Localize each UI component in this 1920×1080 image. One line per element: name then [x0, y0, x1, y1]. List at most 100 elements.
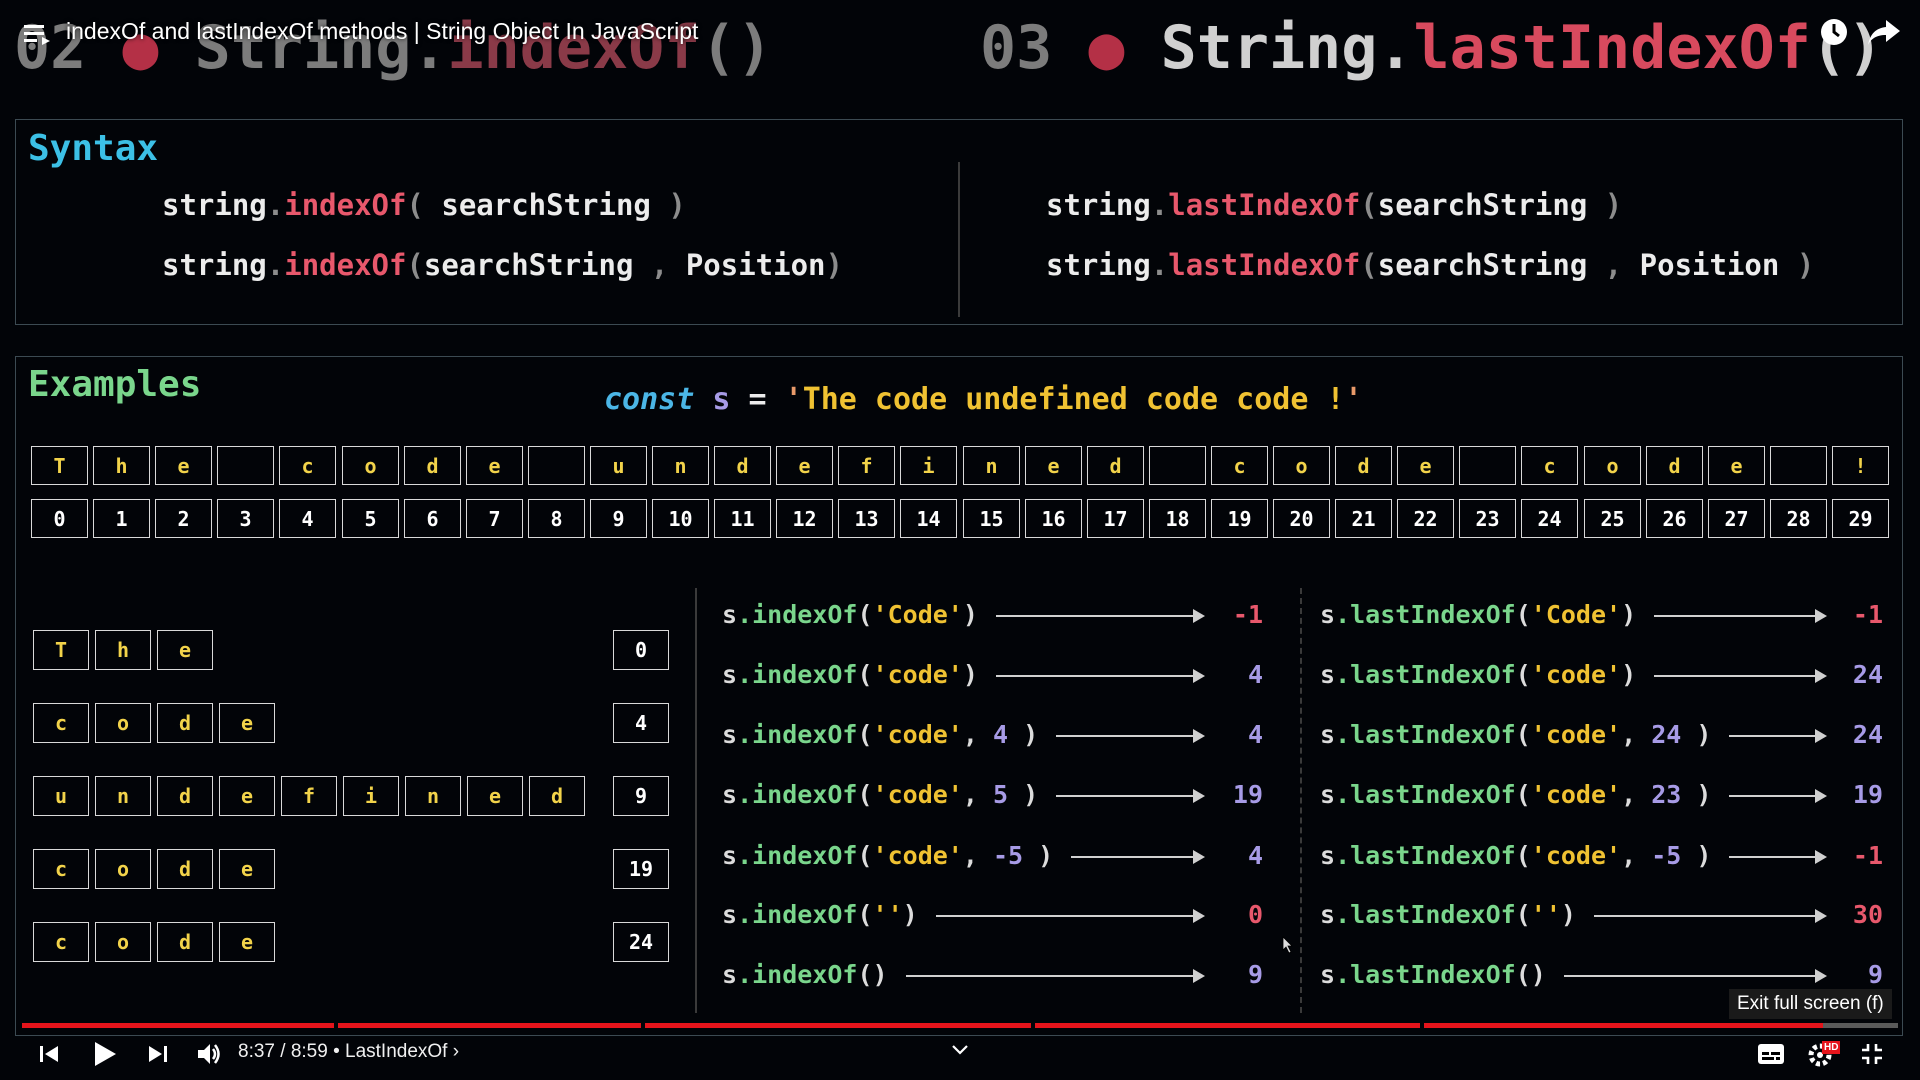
word-letter-cell: T — [33, 630, 89, 670]
call-method: indexOf — [752, 720, 858, 749]
method-call: s.indexOf('Code') — [722, 595, 978, 635]
method-call: s.lastIndexOf() — [1320, 955, 1546, 995]
call-method: lastIndexOf — [1350, 720, 1516, 749]
word-letter-cell: c — [33, 849, 89, 889]
clock-icon[interactable] — [1818, 16, 1850, 48]
play-icon[interactable] — [92, 1040, 118, 1068]
result-arrow — [906, 969, 1205, 983]
exit-fullscreen-icon[interactable] — [1860, 1042, 1884, 1066]
call-paren: ( — [857, 660, 873, 689]
call-paren: ) — [1621, 600, 1637, 629]
call-dot: . — [1335, 660, 1351, 689]
next-icon[interactable] — [147, 1043, 169, 1065]
char-cell: n — [963, 446, 1020, 485]
index-cell: 2 — [155, 499, 212, 538]
method-call: s.indexOf('code', -5 ) — [722, 836, 1053, 876]
index-cell: 28 — [1770, 499, 1827, 538]
previous-icon[interactable] — [38, 1043, 60, 1065]
call-argument: 'code' — [872, 660, 963, 689]
char-cell: o — [1584, 446, 1641, 485]
syntax-line-indexof: string.indexOf( searchString ) — [162, 188, 686, 222]
method-call: s.indexOf() — [722, 955, 888, 995]
call-argument: '' — [872, 900, 903, 929]
chevron-down-icon[interactable] — [951, 1044, 969, 1056]
char-cell — [217, 446, 274, 485]
word-letter-cell: o — [95, 849, 151, 889]
method-call: s.indexOf('code', 4 ) — [722, 715, 1038, 755]
char-cell: o — [1273, 446, 1330, 485]
word-letter-cell: n — [95, 776, 151, 816]
result-value: -1 — [1232, 600, 1263, 629]
call-dot: . — [737, 780, 753, 809]
syntax-paren: ) — [1604, 188, 1623, 222]
syntax-line-lastindexof-position: string.lastIndexOf(searchString , Positi… — [1046, 248, 1814, 282]
call-paren: ( — [1515, 600, 1531, 629]
call-paren: ) — [962, 660, 978, 689]
result-arrow — [1564, 969, 1827, 983]
chapter-title[interactable]: LastIndexOf — [345, 1041, 447, 1062]
char-cell: e — [776, 446, 833, 485]
result-value: -1 — [1852, 600, 1883, 629]
string-value: The code undefined code code ! — [802, 382, 1345, 417]
call-paren: ) — [962, 600, 978, 629]
volume-icon[interactable] — [196, 1041, 222, 1067]
result-arrow — [1071, 850, 1205, 864]
call-dot: . — [1335, 780, 1351, 809]
index-cell: 4 — [279, 499, 336, 538]
index-cell: 7 — [466, 499, 523, 538]
syntax-position: Position — [1622, 248, 1797, 282]
word-letter-cell: o — [95, 922, 151, 962]
syntax-object: string — [162, 248, 267, 282]
index-cell: 27 — [1708, 499, 1765, 538]
chapter-chevron-icon[interactable]: › — [453, 1041, 459, 1062]
menu-icon[interactable] — [24, 22, 50, 46]
char-cell: d — [714, 446, 771, 485]
char-cell: d — [1087, 446, 1144, 485]
call-method: indexOf — [752, 780, 858, 809]
call-paren: ( — [857, 780, 873, 809]
dashed-divider — [1300, 588, 1302, 1013]
call-paren: ) — [902, 900, 918, 929]
word-letter-cell: d — [157, 776, 213, 816]
word-letter-cell: e — [157, 630, 213, 670]
word-letter-cell: e — [219, 922, 275, 962]
char-cell: ! — [1832, 446, 1889, 485]
share-icon[interactable] — [1866, 16, 1902, 48]
call-dot: . — [1335, 960, 1351, 989]
chapter-marker — [1420, 1023, 1424, 1028]
syntax-method: lastIndexOf — [1168, 188, 1361, 222]
char-cell: e — [1025, 446, 1082, 485]
method-call: s.lastIndexOf('code') — [1320, 655, 1636, 695]
video-title[interactable]: indexOf and lastIndexOf methods | String… — [66, 18, 698, 45]
syntax-line-indexof-position: string.indexOf(searchString , Position) — [162, 248, 843, 282]
char-cell: T — [31, 446, 88, 485]
call-object: s — [1320, 960, 1336, 989]
syntax-paren: ( — [406, 248, 424, 282]
result-arrow — [996, 609, 1205, 623]
char-cell — [528, 446, 585, 485]
call-comma: , — [962, 720, 978, 749]
time-display[interactable]: 8:37 / 8:59 • LastIndexOf › — [238, 1041, 459, 1063]
call-object: s — [1320, 900, 1336, 929]
syntax-title: Syntax — [28, 128, 159, 169]
result-arrow — [1056, 729, 1205, 743]
call-method: indexOf — [752, 960, 858, 989]
call-paren: ( — [857, 960, 873, 989]
call-paren: ) — [1681, 841, 1712, 870]
call-argument: 'code' — [1530, 720, 1622, 749]
call-paren: ) — [1560, 900, 1576, 929]
mouse-cursor-icon — [1282, 936, 1293, 954]
call-paren: ) — [872, 960, 888, 989]
word-letter-cell: c — [33, 922, 89, 962]
index-cell: 22 — [1397, 499, 1454, 538]
quote: ' — [1344, 382, 1363, 417]
syntax-paren: ( — [406, 188, 424, 222]
index-cell: 5 — [342, 499, 399, 538]
call-paren: ) — [1530, 960, 1546, 989]
call-object: s — [1320, 600, 1336, 629]
subtitles-icon[interactable] — [1757, 1043, 1785, 1065]
call-position: -5 — [977, 841, 1024, 870]
call-method: indexOf — [752, 660, 858, 689]
call-paren: ( — [857, 720, 873, 749]
call-paren: ) — [1621, 660, 1637, 689]
